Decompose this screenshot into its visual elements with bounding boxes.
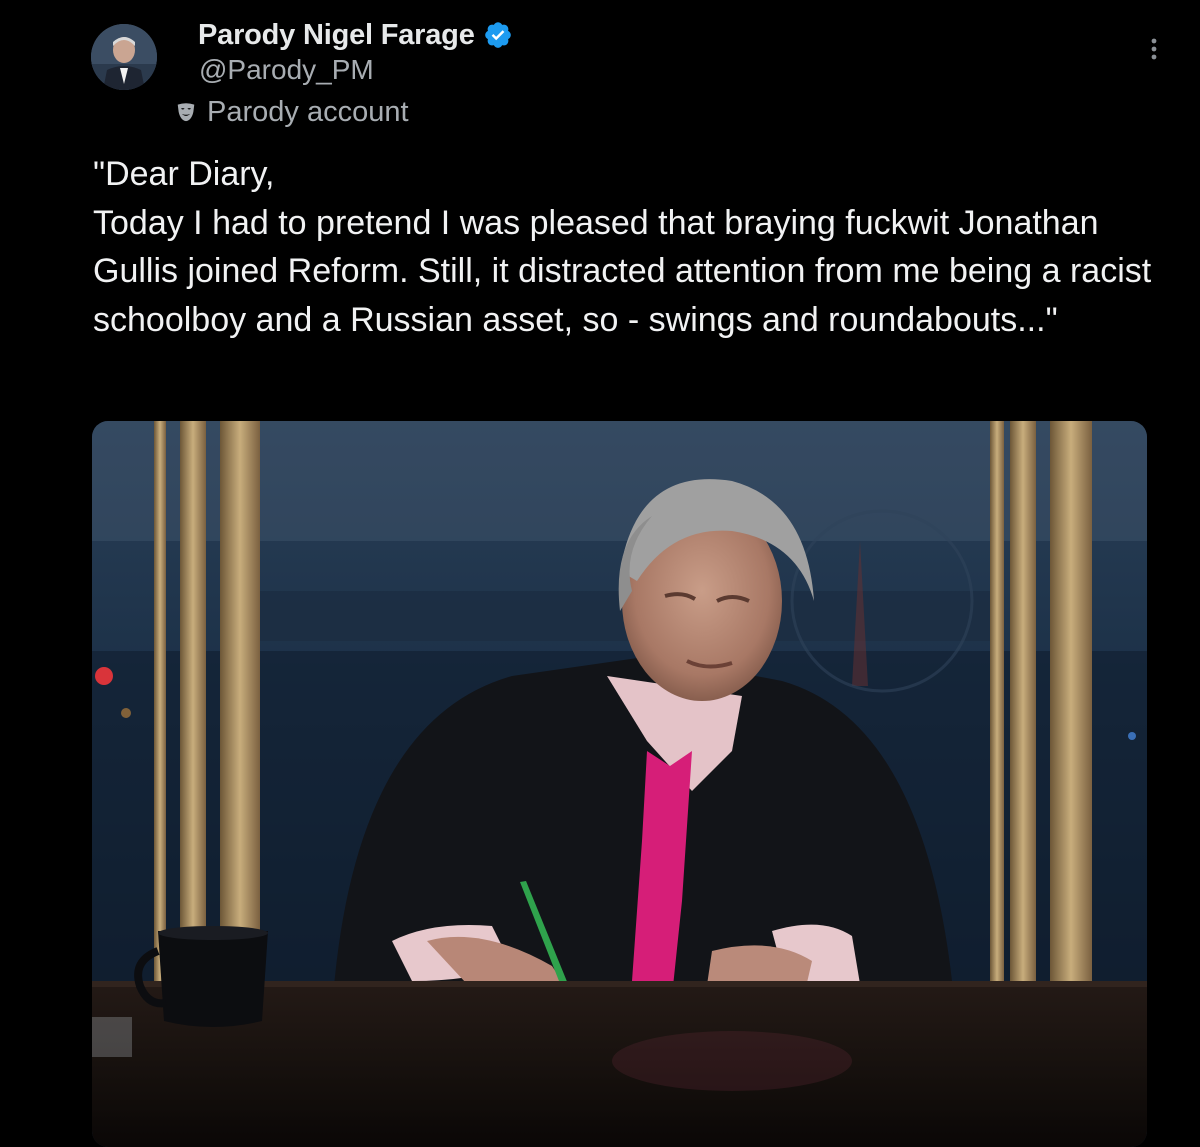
avatar-photo xyxy=(91,24,157,90)
avatar[interactable] xyxy=(91,24,157,90)
more-options-button[interactable] xyxy=(1138,30,1170,68)
verified-badge-icon xyxy=(484,22,511,48)
tweet-text: "Dear Diary, Today I had to pretend I wa… xyxy=(93,155,1152,339)
tweet-media-photo[interactable] xyxy=(92,421,1147,1147)
author-display-name[interactable]: Parody Nigel Farage xyxy=(198,19,475,52)
author-handle[interactable]: @Parody_PM xyxy=(199,54,374,86)
tweet: Parody Nigel Farage @Parody_PM Parody ac… xyxy=(0,0,1200,1147)
parody-account-text: Parody account xyxy=(207,95,409,128)
parody-mask-icon xyxy=(177,103,195,122)
more-vertical-icon xyxy=(1151,38,1157,60)
media-illustration xyxy=(92,421,1147,1147)
author-name-row: Parody Nigel Farage xyxy=(198,16,513,54)
parody-account-label: Parody account xyxy=(175,94,409,130)
